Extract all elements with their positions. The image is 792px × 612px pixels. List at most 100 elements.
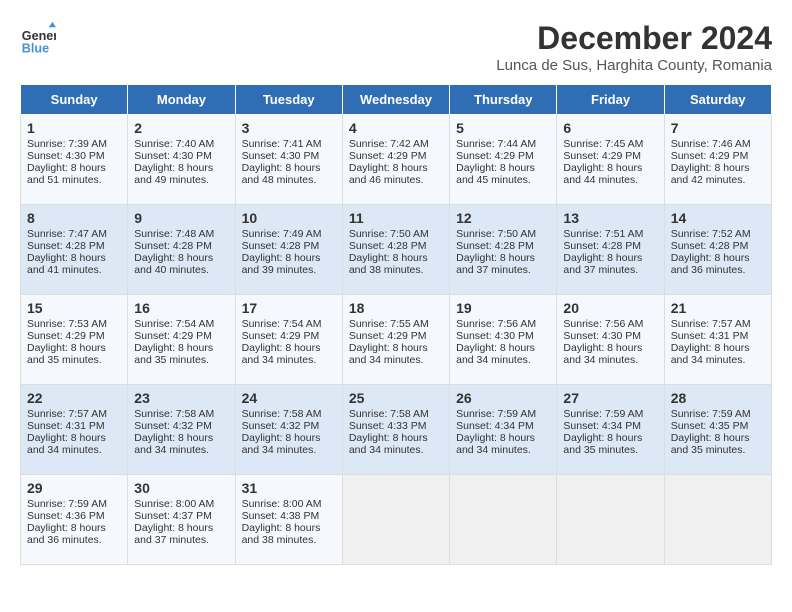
sunrise: Sunrise: 8:00 AM xyxy=(242,498,322,510)
sunrise: Sunrise: 7:41 AM xyxy=(242,138,322,150)
header-wednesday: Wednesday xyxy=(342,85,449,115)
daylight-label: Daylight: 8 hours and 37 minutes. xyxy=(134,522,213,546)
daylight-label: Daylight: 8 hours and 49 minutes. xyxy=(134,162,213,186)
sunrise: Sunrise: 7:58 AM xyxy=(349,408,429,420)
sunrise: Sunrise: 7:58 AM xyxy=(242,408,322,420)
day-number: 25 xyxy=(349,390,443,406)
sunrise: Sunrise: 7:42 AM xyxy=(349,138,429,150)
calendar-cell: 27Sunrise: 7:59 AMSunset: 4:34 PMDayligh… xyxy=(557,385,664,475)
day-number: 30 xyxy=(134,480,228,496)
calendar-cell: 9Sunrise: 7:48 AMSunset: 4:28 PMDaylight… xyxy=(128,205,235,295)
daylight-label: Daylight: 8 hours and 44 minutes. xyxy=(563,162,642,186)
calendar-cell: 10Sunrise: 7:49 AMSunset: 4:28 PMDayligh… xyxy=(235,205,342,295)
daylight-label: Daylight: 8 hours and 48 minutes. xyxy=(242,162,321,186)
page-header: General Blue December 2024 Lunca de Sus,… xyxy=(20,20,772,74)
daylight-label: Daylight: 8 hours and 36 minutes. xyxy=(27,522,106,546)
daylight-label: Daylight: 8 hours and 35 minutes. xyxy=(134,342,213,366)
sunset: Sunset: 4:29 PM xyxy=(456,150,534,162)
sunrise: Sunrise: 7:54 AM xyxy=(242,318,322,330)
sunrise: Sunrise: 7:49 AM xyxy=(242,228,322,240)
day-number: 6 xyxy=(563,120,657,136)
calendar-cell: 14Sunrise: 7:52 AMSunset: 4:28 PMDayligh… xyxy=(664,205,771,295)
sunrise: Sunrise: 7:48 AM xyxy=(134,228,214,240)
calendar-cell: 28Sunrise: 7:59 AMSunset: 4:35 PMDayligh… xyxy=(664,385,771,475)
sunrise: Sunrise: 7:56 AM xyxy=(563,318,643,330)
sunset: Sunset: 4:31 PM xyxy=(27,420,105,432)
sunset: Sunset: 4:28 PM xyxy=(242,240,320,252)
sunset: Sunset: 4:28 PM xyxy=(456,240,534,252)
sunset: Sunset: 4:29 PM xyxy=(349,330,427,342)
day-number: 5 xyxy=(456,120,550,136)
daylight-label: Daylight: 8 hours and 35 minutes. xyxy=(27,342,106,366)
sunset: Sunset: 4:29 PM xyxy=(134,330,212,342)
daylight-label: Daylight: 8 hours and 40 minutes. xyxy=(134,252,213,276)
day-number: 28 xyxy=(671,390,765,406)
calendar-cell: 18Sunrise: 7:55 AMSunset: 4:29 PMDayligh… xyxy=(342,295,449,385)
calendar-cell: 25Sunrise: 7:58 AMSunset: 4:33 PMDayligh… xyxy=(342,385,449,475)
calendar-cell: 29Sunrise: 7:59 AMSunset: 4:36 PMDayligh… xyxy=(21,475,128,565)
sunset: Sunset: 4:29 PM xyxy=(242,330,320,342)
calendar-body: 1Sunrise: 7:39 AMSunset: 4:30 PMDaylight… xyxy=(21,115,772,565)
sunset: Sunset: 4:29 PM xyxy=(27,330,105,342)
sunset: Sunset: 4:30 PM xyxy=(242,150,320,162)
sunset: Sunset: 4:31 PM xyxy=(671,330,749,342)
calendar-table: SundayMondayTuesdayWednesdayThursdayFrid… xyxy=(20,84,772,565)
day-number: 17 xyxy=(242,300,336,316)
daylight-label: Daylight: 8 hours and 35 minutes. xyxy=(671,432,750,456)
sunset: Sunset: 4:34 PM xyxy=(563,420,641,432)
day-number: 19 xyxy=(456,300,550,316)
sunset: Sunset: 4:30 PM xyxy=(456,330,534,342)
calendar-cell: 8Sunrise: 7:47 AMSunset: 4:28 PMDaylight… xyxy=(21,205,128,295)
week-row-1: 1Sunrise: 7:39 AMSunset: 4:30 PMDaylight… xyxy=(21,115,772,205)
daylight-label: Daylight: 8 hours and 37 minutes. xyxy=(456,252,535,276)
day-number: 23 xyxy=(134,390,228,406)
sunrise: Sunrise: 7:59 AM xyxy=(456,408,536,420)
sunset: Sunset: 4:32 PM xyxy=(134,420,212,432)
daylight-label: Daylight: 8 hours and 34 minutes. xyxy=(134,432,213,456)
sunrise: Sunrise: 7:53 AM xyxy=(27,318,107,330)
day-number: 27 xyxy=(563,390,657,406)
week-row-2: 8Sunrise: 7:47 AMSunset: 4:28 PMDaylight… xyxy=(21,205,772,295)
sunrise: Sunrise: 7:47 AM xyxy=(27,228,107,240)
header-tuesday: Tuesday xyxy=(235,85,342,115)
day-number: 22 xyxy=(27,390,121,406)
sunset: Sunset: 4:36 PM xyxy=(27,510,105,522)
calendar-cell: 20Sunrise: 7:56 AMSunset: 4:30 PMDayligh… xyxy=(557,295,664,385)
daylight-label: Daylight: 8 hours and 42 minutes. xyxy=(671,162,750,186)
daylight-label: Daylight: 8 hours and 41 minutes. xyxy=(27,252,106,276)
calendar-cell: 16Sunrise: 7:54 AMSunset: 4:29 PMDayligh… xyxy=(128,295,235,385)
day-number: 10 xyxy=(242,210,336,226)
calendar-cell: 24Sunrise: 7:58 AMSunset: 4:32 PMDayligh… xyxy=(235,385,342,475)
sunset: Sunset: 4:38 PM xyxy=(242,510,320,522)
sunrise: Sunrise: 7:55 AM xyxy=(349,318,429,330)
day-number: 13 xyxy=(563,210,657,226)
calendar-cell: 19 Sunrise: 7:56 AMSunset: 4:30 PMDayligh… xyxy=(450,295,557,385)
sunset: Sunset: 4:34 PM xyxy=(456,420,534,432)
sunset: Sunset: 4:35 PM xyxy=(671,420,749,432)
calendar-cell xyxy=(342,475,449,565)
daylight-label: Daylight: 8 hours and 34 minutes. xyxy=(456,342,535,366)
day-number: 12 xyxy=(456,210,550,226)
day-number: 14 xyxy=(671,210,765,226)
day-number: 3 xyxy=(242,120,336,136)
logo-icon: General Blue xyxy=(20,20,56,56)
sunset: Sunset: 4:28 PM xyxy=(349,240,427,252)
day-number: 1 xyxy=(27,120,121,136)
header-monday: Monday xyxy=(128,85,235,115)
main-title: December 2024 xyxy=(496,20,772,57)
calendar-header-row: SundayMondayTuesdayWednesdayThursdayFrid… xyxy=(21,85,772,115)
calendar-cell: 6Sunrise: 7:45 AMSunset: 4:29 PMDaylight… xyxy=(557,115,664,205)
daylight-label: Daylight: 8 hours and 34 minutes. xyxy=(563,342,642,366)
subtitle: Lunca de Sus, Harghita County, Romania xyxy=(496,57,772,74)
sunset: Sunset: 4:28 PM xyxy=(134,240,212,252)
sunrise: Sunrise: 7:56 AM xyxy=(456,318,536,330)
daylight-label: Daylight: 8 hours and 45 minutes. xyxy=(456,162,535,186)
week-row-5: 29Sunrise: 7:59 AMSunset: 4:36 PMDayligh… xyxy=(21,475,772,565)
sunrise: Sunrise: 7:52 AM xyxy=(671,228,751,240)
header-thursday: Thursday xyxy=(450,85,557,115)
calendar-cell: 2Sunrise: 7:40 AMSunset: 4:30 PMDaylight… xyxy=(128,115,235,205)
daylight-label: Daylight: 8 hours and 38 minutes. xyxy=(349,252,428,276)
week-row-4: 22Sunrise: 7:57 AMSunset: 4:31 PMDayligh… xyxy=(21,385,772,475)
calendar-cell: 5Sunrise: 7:44 AMSunset: 4:29 PMDaylight… xyxy=(450,115,557,205)
calendar-cell: 22Sunrise: 7:57 AMSunset: 4:31 PMDayligh… xyxy=(21,385,128,475)
